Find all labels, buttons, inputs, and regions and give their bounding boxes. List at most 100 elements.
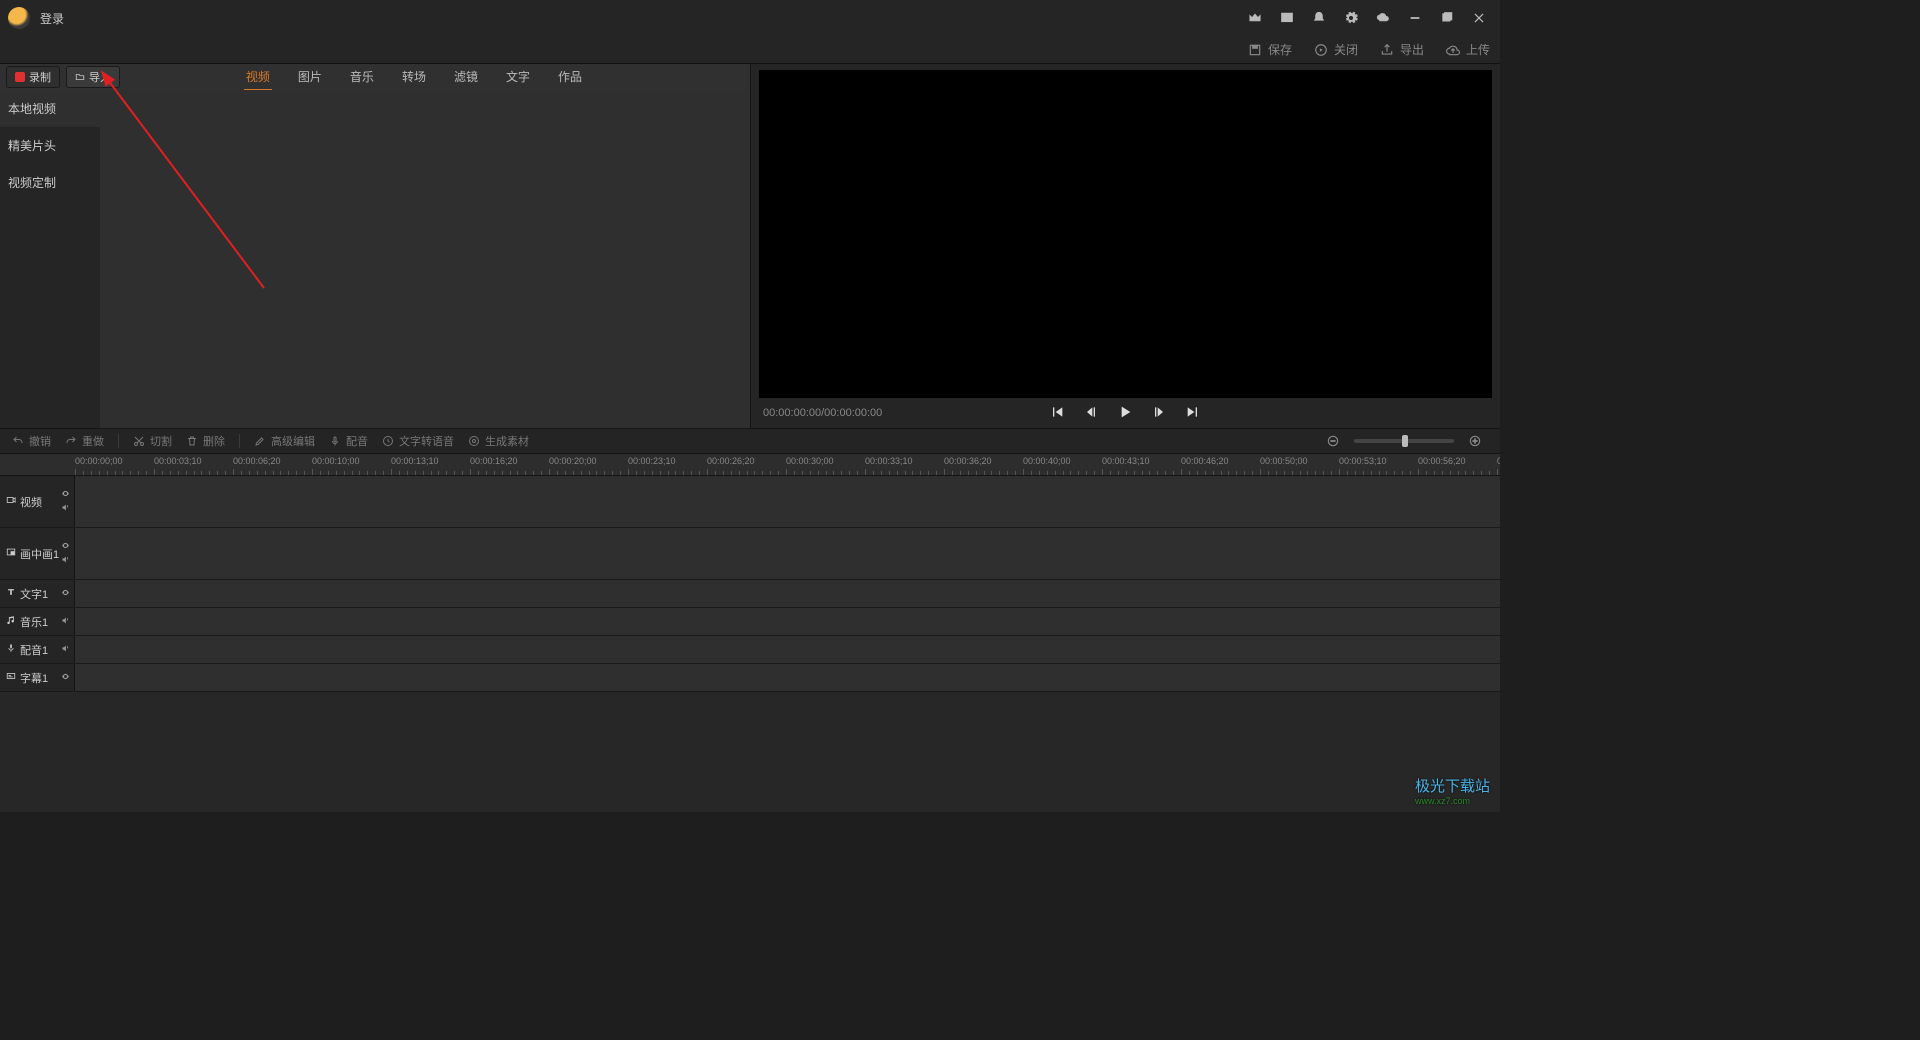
save-button[interactable]: 保存	[1248, 41, 1292, 58]
sidebar-item-2[interactable]: 视频定制	[0, 164, 100, 201]
media-pane-top: 录制 导入 视频图片音乐转场滤镜文字作品	[0, 64, 750, 90]
pip-icon	[6, 547, 16, 560]
track-header-video[interactable]: 视频	[0, 476, 75, 527]
track-header-mic[interactable]: 配音1	[0, 636, 75, 663]
eye-icon[interactable]	[61, 489, 70, 501]
zoom-slider[interactable]	[1354, 439, 1454, 443]
track-label: 画中画1	[20, 546, 59, 562]
volume-icon[interactable]	[61, 616, 70, 628]
track-header-pip[interactable]: 画中画1	[0, 528, 75, 579]
actionbar: 保存 关闭 导出 上传	[0, 36, 1500, 64]
zoom-thumb[interactable]	[1402, 435, 1408, 447]
media-grid[interactable]	[100, 90, 750, 428]
dub-button[interactable]: 配音	[329, 433, 368, 449]
bell-icon[interactable]	[1306, 5, 1332, 31]
track-body[interactable]	[75, 476, 1500, 527]
frame-fwd-icon[interactable]	[1151, 404, 1167, 423]
cut-label: 切割	[150, 433, 172, 449]
undo-button[interactable]: 撤销	[12, 433, 51, 449]
gear-icon[interactable]	[1338, 5, 1364, 31]
close-icon[interactable]	[1466, 5, 1492, 31]
music-icon	[6, 615, 16, 628]
empty-area	[0, 692, 1500, 812]
track-body[interactable]	[75, 608, 1500, 635]
preview-pane: 00:00:00:00/00:00:00:00	[751, 64, 1500, 428]
dub-label: 配音	[346, 433, 368, 449]
media-tab-3[interactable]: 转场	[400, 64, 428, 91]
sidebar-item-1[interactable]: 精美片头	[0, 127, 100, 164]
ruler-label: 00:00:40;00	[1023, 456, 1071, 466]
frame-back-icon[interactable]	[1083, 404, 1099, 423]
ruler-label: 00:01	[1497, 456, 1500, 466]
ruler-label: 00:00:56;20	[1418, 456, 1466, 466]
record-button[interactable]: 录制	[6, 66, 60, 88]
timeline-ruler[interactable]: 00:00:00;0000:00:03;1000:00:06;2000:00:1…	[0, 454, 1500, 476]
volume-icon[interactable]	[61, 503, 70, 515]
ruler-label: 00:00:20;00	[549, 456, 597, 466]
import-button[interactable]: 导入	[66, 66, 120, 88]
upload-button[interactable]: 上传	[1446, 41, 1490, 58]
crown-icon[interactable]	[1242, 5, 1268, 31]
media-tab-2[interactable]: 音乐	[348, 64, 376, 91]
track-body[interactable]	[75, 528, 1500, 579]
track-header-music[interactable]: 音乐1	[0, 608, 75, 635]
track-body[interactable]	[75, 636, 1500, 663]
advanced-label: 高级编辑	[271, 433, 315, 449]
preview-time: 00:00:00:00/00:00:00:00	[763, 407, 882, 419]
screen-icon[interactable]	[1274, 5, 1300, 31]
zoom-in-icon[interactable]	[1462, 428, 1488, 454]
ruler-label: 00:00:30;00	[786, 456, 834, 466]
track-header-text[interactable]: 文字1	[0, 580, 75, 607]
track-label: 音乐1	[20, 614, 48, 630]
track-header-subtitle[interactable]: 字幕1	[0, 664, 75, 691]
skip-start-icon[interactable]	[1049, 404, 1065, 423]
ruler-label: 00:00:13;10	[391, 456, 439, 466]
media-tab-4[interactable]: 滤镜	[452, 64, 480, 91]
track-body[interactable]	[75, 664, 1500, 691]
cut-button[interactable]: 切割	[133, 433, 172, 449]
undo-label: 撤销	[29, 433, 51, 449]
eye-icon[interactable]	[61, 588, 70, 600]
ruler-label: 00:00:46;20	[1181, 456, 1229, 466]
tts-button[interactable]: 文字转语音	[382, 433, 454, 449]
generate-button[interactable]: 生成素材	[468, 433, 529, 449]
volume-icon[interactable]	[61, 644, 70, 656]
zoom-out-icon[interactable]	[1320, 428, 1346, 454]
ruler-label: 00:00:16;20	[470, 456, 518, 466]
redo-button[interactable]: 重做	[65, 433, 104, 449]
media-tab-1[interactable]: 图片	[296, 64, 324, 91]
delete-button[interactable]: 删除	[186, 433, 225, 449]
ruler-label: 00:00:06;20	[233, 456, 281, 466]
media-tab-0[interactable]: 视频	[244, 64, 272, 91]
minimize-icon[interactable]	[1402, 5, 1428, 31]
media-tab-6[interactable]: 作品	[556, 64, 584, 91]
close-button[interactable]: 关闭	[1314, 41, 1358, 58]
ruler-label: 00:00:53;10	[1339, 456, 1387, 466]
eye-icon[interactable]	[61, 541, 70, 553]
sidebar-item-0[interactable]: 本地视频	[0, 90, 100, 127]
export-button[interactable]: 导出	[1380, 41, 1424, 58]
subtitle-icon	[6, 671, 16, 684]
track-body[interactable]	[75, 580, 1500, 607]
export-label: 导出	[1400, 41, 1424, 58]
save-label: 保存	[1268, 41, 1292, 58]
skip-end-icon[interactable]	[1185, 404, 1201, 423]
login-link[interactable]: 登录	[40, 10, 64, 27]
play-icon[interactable]	[1117, 404, 1133, 423]
import-label: 导入	[89, 69, 111, 85]
maximize-icon[interactable]	[1434, 5, 1460, 31]
timeline-tracks: 视频画中画1 文字1 音乐1 配音1字幕1	[0, 476, 1500, 692]
media-tab-5[interactable]: 文字	[504, 64, 532, 91]
track-row: 文字1	[0, 580, 1500, 608]
track-row: 视频	[0, 476, 1500, 528]
advanced-edit-button[interactable]: 高级编辑	[254, 433, 315, 449]
track-row: 配音1	[0, 636, 1500, 664]
ruler-label: 00:00:10;00	[312, 456, 360, 466]
cloud-icon[interactable]	[1370, 5, 1396, 31]
app-logo	[8, 7, 30, 29]
volume-icon[interactable]	[61, 555, 70, 567]
ruler-label: 00:00:00;00	[75, 456, 123, 466]
titlebar: 登录	[0, 0, 1500, 36]
eye-icon[interactable]	[61, 672, 70, 684]
preview-video[interactable]	[759, 70, 1492, 398]
